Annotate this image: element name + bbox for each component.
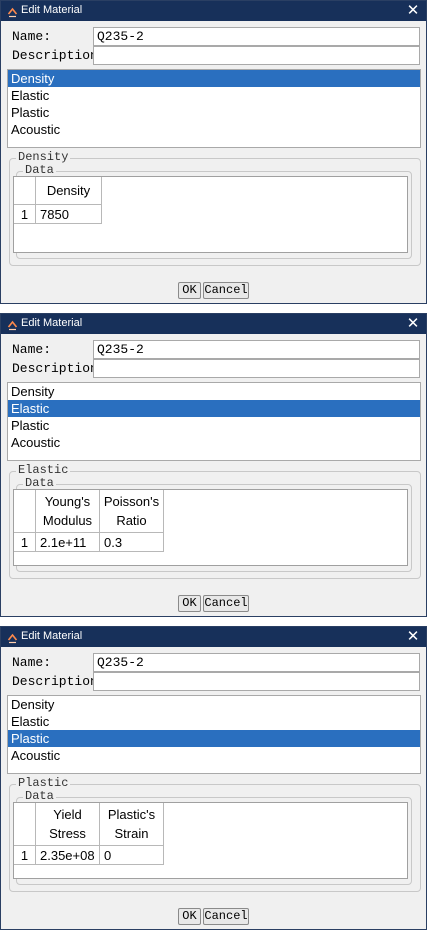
description-label: Description: [12,361,106,376]
column-header-line: Ratio [116,513,147,528]
list-item-acoustic[interactable]: Acoustic [8,434,420,451]
table-cell[interactable]: 0.3 [100,533,164,552]
row-number: 1 [14,846,36,865]
column-header[interactable]: Plastic's Strain [100,803,164,846]
data-group-title: Data [23,476,56,490]
list-item-density[interactable]: Density [8,383,420,400]
table-cell[interactable]: 0 [100,846,164,865]
edit-material-dialog: Edit Material ✕ Name: Q235-2 Description: Den… [0,313,427,617]
table-cell[interactable]: 2.35e+08 [36,846,100,865]
ok-button[interactable]: OK [178,282,201,299]
table-cell[interactable]: 7850 [36,205,102,224]
material-app-icon [7,318,18,331]
table-corner [14,490,36,533]
property-list[interactable]: Density Elastic Plastic Acoustic [7,382,421,461]
description-field[interactable] [93,359,420,378]
data-group-title: Data [23,789,56,803]
description-field[interactable] [93,672,420,691]
name-label: Name: [12,342,52,357]
table-corner [14,177,36,205]
list-item-acoustic[interactable]: Acoustic [8,747,420,764]
cancel-button[interactable]: Cancel [203,282,249,299]
description-label: Description: [12,48,106,63]
window-title: Edit Material [21,317,83,329]
data-table[interactable]: Young's Modulus Poisson's Ratio 1 2.1e+11 0.3 [13,489,408,566]
column-header[interactable]: Poisson's Ratio [100,490,164,533]
ok-button[interactable]: OK [178,908,201,925]
property-group-title: Plastic [16,776,71,790]
close-icon[interactable]: ✕ [405,2,421,19]
close-icon[interactable]: ✕ [405,315,421,332]
name-field[interactable]: Q235-2 [93,27,420,46]
title-bar[interactable]: Edit Material ✕ [1,314,426,334]
property-list[interactable]: Density Elastic Plastic Acoustic [7,69,421,148]
column-header-line: Young's [44,494,91,509]
ok-button[interactable]: OK [178,595,201,612]
window-title: Edit Material [21,630,83,642]
list-item-plastic[interactable]: Plastic [8,104,420,121]
cancel-button[interactable]: Cancel [203,908,249,925]
list-item-elastic[interactable]: Elastic [8,713,420,730]
edit-material-dialog: Edit Material ✕ Name: Q235-2 Description: Den… [0,0,427,304]
table-corner [14,803,36,846]
list-item-elastic[interactable]: Elastic [8,400,420,417]
list-item-density[interactable]: Density [8,696,420,713]
column-header[interactable]: Yield Stress [36,803,100,846]
list-item-acoustic[interactable]: Acoustic [8,121,420,138]
data-group-title: Data [23,163,56,177]
column-header-line: Poisson's [103,494,160,509]
column-header-line: Stress [49,826,86,841]
edit-material-dialog: Edit Material ✕ Name: Q235-2 Description: Den… [0,626,427,930]
material-app-icon [7,631,18,644]
name-field[interactable]: Q235-2 [93,653,420,672]
column-header-line: Strain [114,826,149,841]
column-header-line: Density [46,183,91,198]
row-number: 1 [14,205,36,224]
name-field[interactable]: Q235-2 [93,340,420,359]
title-bar[interactable]: Edit Material ✕ [1,1,426,21]
description-field[interactable] [93,46,420,65]
close-icon[interactable]: ✕ [405,628,421,645]
property-group-title: Density [16,150,71,164]
list-item-plastic[interactable]: Plastic [8,730,420,747]
column-header-line: Plastic's [107,807,156,822]
window-title: Edit Material [21,4,83,16]
name-label: Name: [12,655,52,670]
column-header[interactable]: Young's Modulus [36,490,100,533]
title-bar[interactable]: Edit Material ✕ [1,627,426,647]
column-header-line: Modulus [42,513,93,528]
cancel-button[interactable]: Cancel [203,595,249,612]
property-group-title: Elastic [16,463,71,477]
list-item-elastic[interactable]: Elastic [8,87,420,104]
property-list[interactable]: Density Elastic Plastic Acoustic [7,695,421,774]
list-item-plastic[interactable]: Plastic [8,417,420,434]
column-header-line: Yield [53,807,82,822]
row-number: 1 [14,533,36,552]
table-cell[interactable]: 2.1e+11 [36,533,100,552]
description-label: Description: [12,674,106,689]
material-app-icon [7,5,18,18]
data-table[interactable]: Yield Stress Plastic's Strain 1 2.35e+08 0 [13,802,408,879]
column-header[interactable]: Density [36,177,102,205]
list-item-density[interactable]: Density [8,70,420,87]
data-table[interactable]: Density 1 7850 [13,176,408,253]
name-label: Name: [12,29,52,44]
